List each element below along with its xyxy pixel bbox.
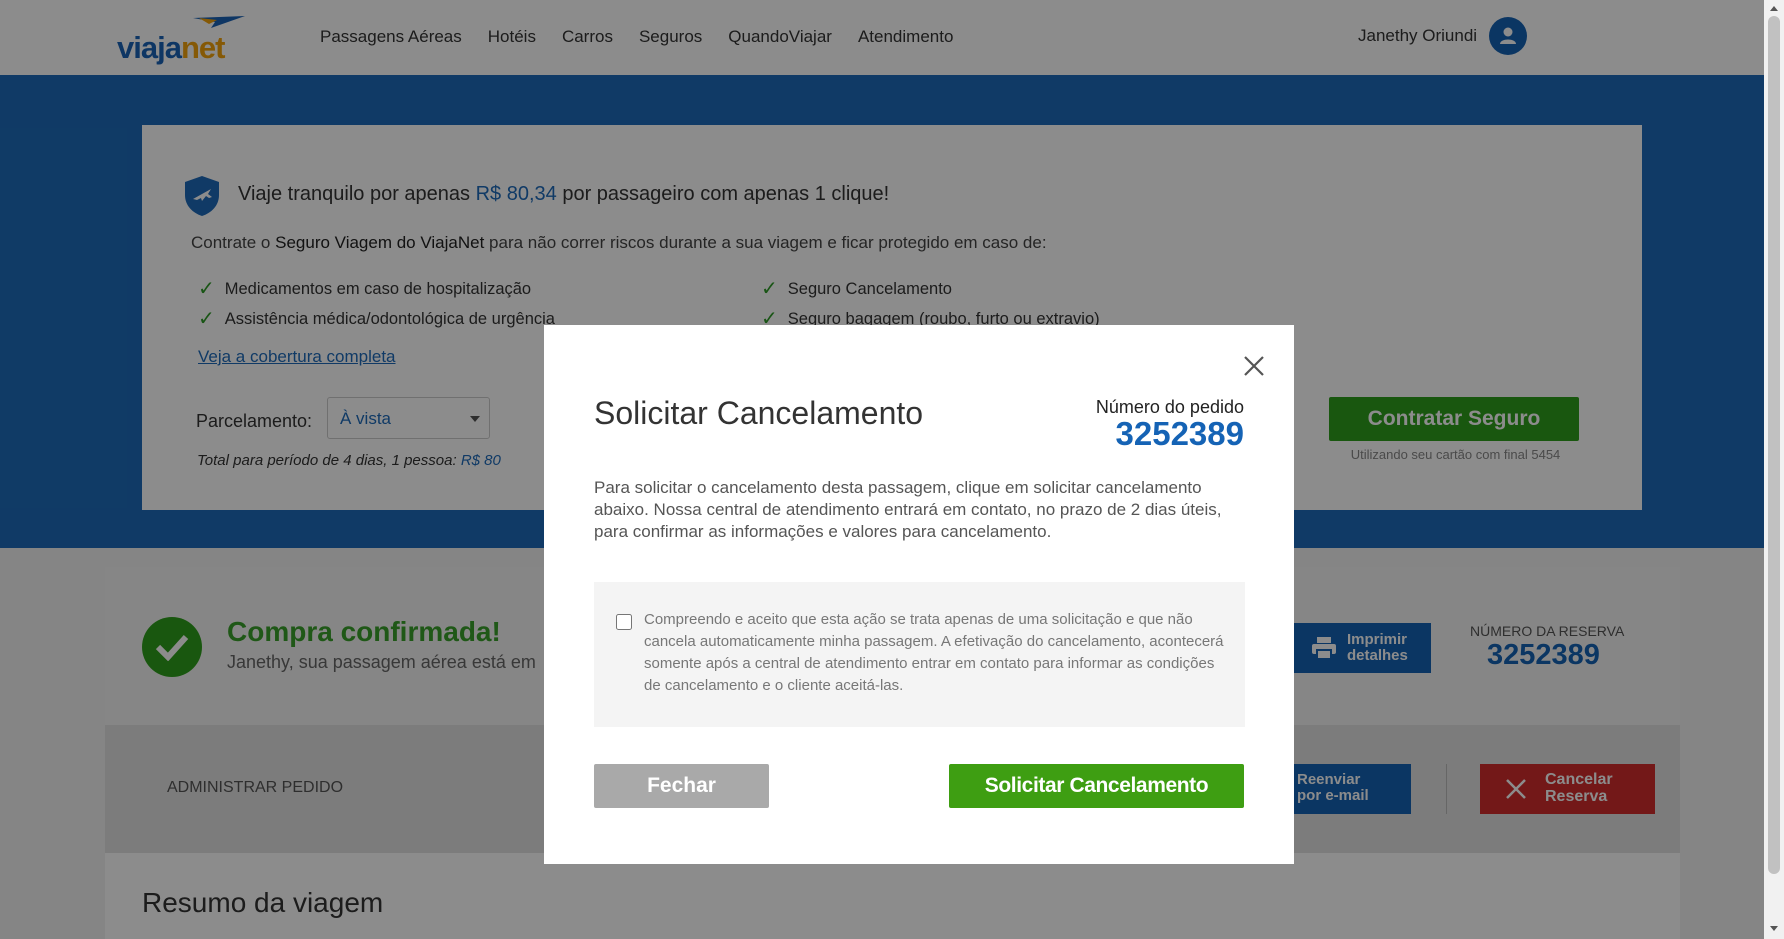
scroll-up-icon[interactable] [1770,6,1778,11]
scroll-down-icon[interactable] [1770,926,1778,931]
modal-title: Solicitar Cancelamento [594,395,924,431]
order-number: 3252389 [1115,415,1244,452]
acknowledge-text[interactable]: Compreendo e aceito que esta ação se tra… [644,609,1224,697]
scrollbar[interactable] [1764,0,1784,939]
modal-description: Para solicitar o cancelamento desta pass… [594,478,1222,541]
close-icon[interactable] [1241,353,1267,379]
acknowledgement-box: Compreendo e aceito que esta ação se tra… [594,582,1245,727]
acknowledge-checkbox[interactable] [616,614,632,630]
close-button[interactable]: Fechar [594,764,769,808]
scrollbar-thumb[interactable] [1768,16,1780,874]
request-cancel-button[interactable]: Solicitar Cancelamento [949,764,1244,808]
cancel-request-modal: Solicitar Cancelamento Número do pedido … [544,325,1294,864]
